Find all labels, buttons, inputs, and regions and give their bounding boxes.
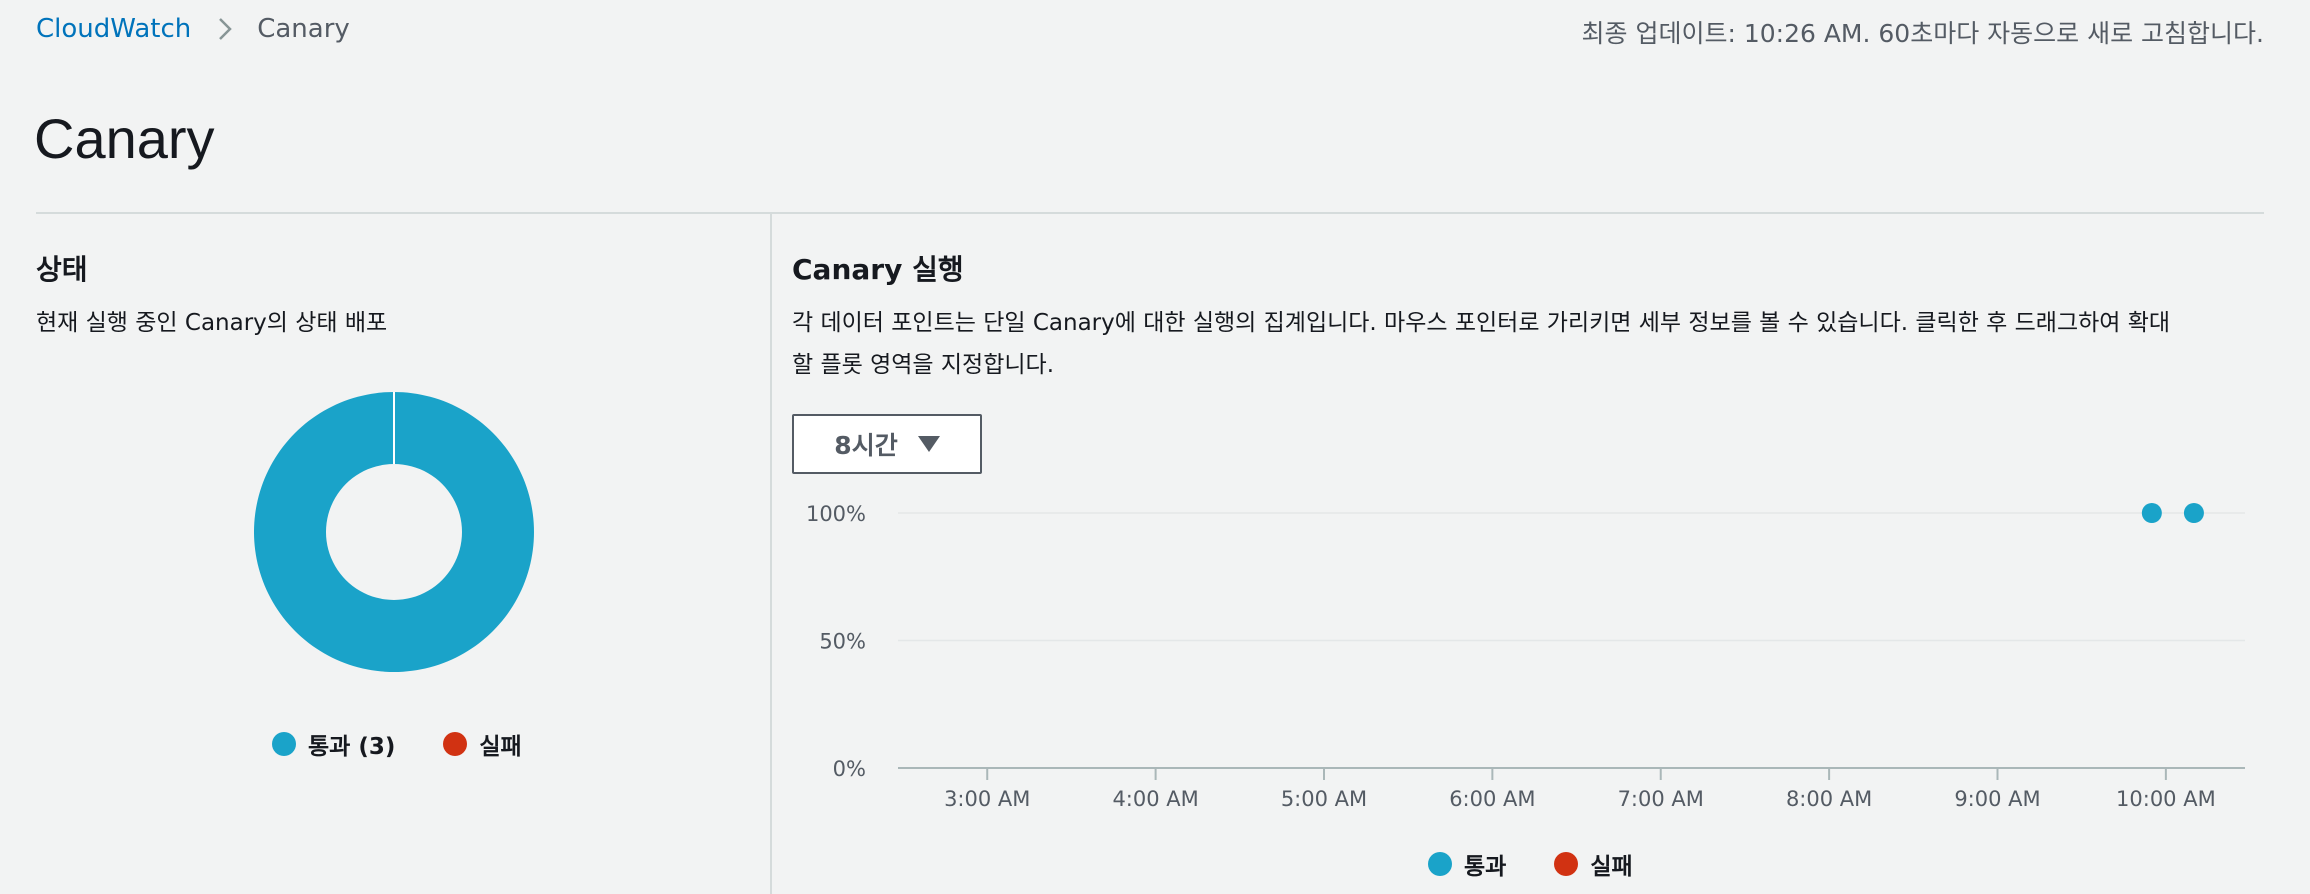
runs-description-line-2: 할 플롯 영역을 지정합니다. bbox=[792, 352, 1055, 378]
page-title: Canary bbox=[34, 107, 215, 170]
pass-color-dot bbox=[272, 732, 296, 756]
legend-label-pass: 통과 (3) bbox=[308, 734, 396, 760]
status-donut-chart[interactable] bbox=[254, 392, 534, 672]
legend-item-pass[interactable]: 통과 (3) bbox=[272, 727, 395, 761]
canary-runs-chart[interactable]: 100% 50% 0% 3:00 AM 4:00 AM 5:00 AM 6:00 AM 7:… bbox=[790, 490, 2260, 830]
x-tick-label: 10:00 AM bbox=[2116, 787, 2216, 811]
breadcrumb: CloudWatch Canary bbox=[36, 14, 350, 44]
legend-label-fail: 실패 bbox=[479, 734, 522, 760]
chevron-right-icon bbox=[217, 16, 233, 42]
header-divider bbox=[36, 212, 2264, 214]
fail-color-dot bbox=[443, 732, 468, 756]
x-tick-label: 9:00 AM bbox=[1954, 787, 2040, 811]
runs-description-line-1: 각 데이터 포인트는 단일 Canary에 대한 실행의 집계입니다. 마우스 … bbox=[792, 310, 2171, 336]
caret-down-icon bbox=[917, 436, 940, 452]
panel-divider bbox=[770, 214, 772, 894]
runs-legend-item-fail[interactable]: 실패 bbox=[1554, 847, 1633, 881]
time-range-value: 8시간 bbox=[834, 431, 898, 460]
last-updated-text: 최종 업데이트: 10:26 AM. 60초마다 자동으로 새로 고침합니다. bbox=[1581, 19, 2264, 48]
status-description: 현재 실행 중인 Canary의 상태 배포 bbox=[36, 310, 388, 336]
time-range-dropdown[interactable]: 8시간 bbox=[792, 414, 982, 474]
runs-legend: 통과 실패 bbox=[1428, 847, 1633, 881]
status-heading: 상태 bbox=[36, 253, 88, 286]
breadcrumb-current: Canary bbox=[257, 14, 350, 44]
x-tick-label: 6:00 AM bbox=[1449, 787, 1535, 811]
runs-legend-item-pass[interactable]: 통과 bbox=[1428, 847, 1506, 881]
x-tick-label: 3:00 AM bbox=[944, 787, 1030, 811]
runs-legend-label-fail: 실패 bbox=[1590, 854, 1633, 880]
breadcrumb-cloudwatch-link[interactable]: CloudWatch bbox=[36, 14, 191, 44]
top-bar: CloudWatch Canary 최종 업데이트: 10:26 AM. 60초… bbox=[0, 0, 2310, 64]
y-tick-label: 50% bbox=[819, 630, 866, 654]
status-legend: 통과 (3) 실패 bbox=[272, 727, 522, 761]
y-tick-label: 0% bbox=[833, 757, 866, 781]
pass-color-dot bbox=[1428, 852, 1452, 876]
x-tick-label: 7:00 AM bbox=[1618, 787, 1704, 811]
data-point[interactable] bbox=[2141, 503, 2162, 523]
x-tick-label: 5:00 AM bbox=[1281, 787, 1367, 811]
x-tick-label: 4:00 AM bbox=[1112, 787, 1198, 811]
runs-legend-label-pass: 통과 bbox=[1464, 854, 1507, 880]
legend-item-fail[interactable]: 실패 bbox=[443, 727, 522, 761]
runs-description: 각 데이터 포인트는 단일 Canary에 대한 실행의 집계입니다. 마우스 … bbox=[792, 302, 2252, 386]
runs-heading: Canary 실행 bbox=[792, 253, 964, 286]
y-tick-label: 100% bbox=[806, 502, 866, 526]
x-tick-label: 8:00 AM bbox=[1786, 787, 1872, 811]
data-point[interactable] bbox=[2183, 503, 2204, 523]
fail-color-dot bbox=[1554, 852, 1579, 876]
